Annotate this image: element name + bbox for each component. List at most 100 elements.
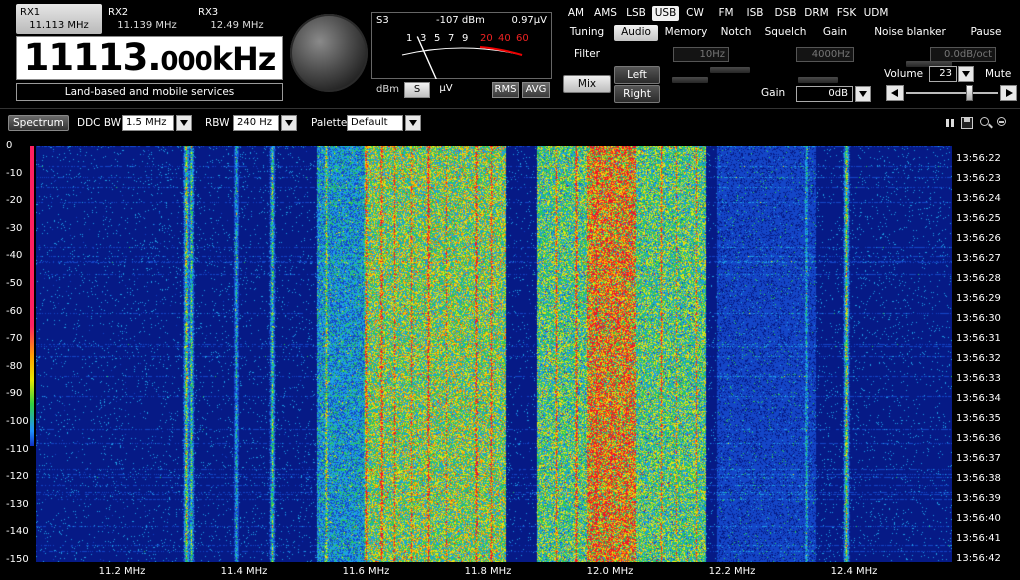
frequency-tick-label: 12.0 MHz — [586, 566, 634, 577]
palette-dropdown-icon[interactable] — [405, 115, 421, 131]
tuning-knob[interactable] — [290, 14, 368, 92]
mute-button[interactable]: Mute — [985, 68, 1011, 80]
frequency-tick-label: 11.8 MHz — [464, 566, 512, 577]
volume-dropdown-icon[interactable] — [958, 66, 974, 82]
level-tick-label: -60 — [6, 305, 23, 317]
mode-cw-button[interactable]: CW — [683, 6, 707, 21]
pause-icon[interactable] — [943, 116, 957, 130]
timestamp-label: 13:56:34 — [956, 393, 1001, 404]
low-cut-field[interactable]: 10Hz — [673, 47, 729, 62]
mode-udm-button[interactable]: UDM — [862, 6, 890, 21]
rx1-tab[interactable]: RX1 11.113 MHz — [16, 4, 102, 34]
rms-button[interactable]: RMS — [492, 82, 519, 98]
meter-scale-label: 60 — [516, 33, 529, 44]
mode-dsb-button[interactable]: DSB — [771, 6, 800, 21]
rx1-name: RX1 — [20, 7, 41, 18]
level-tick-label: -100 — [6, 416, 29, 427]
zoom-in-icon[interactable] — [979, 116, 993, 130]
left-channel-button[interactable]: Left — [614, 66, 660, 84]
gain-dropdown-icon[interactable] — [855, 86, 871, 102]
avg-button[interactable]: AVG — [522, 82, 550, 98]
rx1-freq: 11.113 MHz — [29, 20, 89, 31]
tab-audio[interactable]: Audio — [614, 25, 658, 41]
frequency-decimals: 000 — [160, 47, 212, 77]
waterfall-canvas[interactable] — [36, 146, 952, 562]
tab-tuning[interactable]: Tuning — [564, 25, 610, 41]
tab-notch[interactable]: Notch — [714, 25, 758, 41]
frequency-tick-label: 11.4 MHz — [220, 566, 268, 577]
rx3-name: RX3 — [198, 7, 219, 18]
level-tick-label: -70 — [6, 333, 23, 345]
rx2-freq: 11.139 MHz — [117, 20, 177, 31]
mode-lsb-button[interactable]: LSB — [623, 6, 649, 21]
frequency-unit: kHz — [211, 40, 277, 78]
level-tick-label: -50 — [6, 278, 23, 289]
level-tick-label: -30 — [6, 222, 23, 234]
ddc-bw-dropdown-icon[interactable] — [176, 115, 192, 131]
volume-slider-thumb[interactable] — [966, 85, 973, 101]
s-unit-button[interactable]: S — [404, 82, 430, 98]
filter-slider-a[interactable] — [710, 67, 750, 73]
level-tick-label: -90 — [6, 388, 23, 400]
high-cut-field[interactable]: 4000Hz — [796, 47, 854, 62]
rx2-name: RX2 — [108, 7, 129, 18]
level-tick-label: -40 — [6, 250, 23, 262]
frequency-tick-label: 12.2 MHz — [708, 566, 756, 577]
timestamp-label: 13:56:35 — [956, 413, 1001, 424]
frequency-tick-label: 12.4 MHz — [830, 566, 878, 577]
timestamp-label: 13:56:32 — [956, 353, 1001, 364]
save-icon[interactable] — [960, 116, 974, 130]
mode-am-button[interactable]: AM — [564, 6, 588, 21]
meter-scale-label: 5 — [434, 33, 440, 44]
level-tick-label: -120 — [6, 471, 29, 483]
filter-slider-c[interactable] — [798, 77, 838, 83]
frequency-display[interactable]: 11113.000kHz — [16, 36, 283, 80]
level-tick-label: -140 — [6, 526, 29, 538]
tab-memory[interactable]: Memory — [662, 25, 710, 41]
level-tick-label: 0 — [6, 140, 13, 151]
tab-pause[interactable]: Pause — [962, 25, 1010, 41]
ddc-bw-select[interactable]: 1.5 MHz — [122, 115, 174, 131]
rx2-tab[interactable]: RX2 11.139 MHz — [104, 4, 190, 34]
uv-unit-button[interactable]: µV — [433, 82, 459, 98]
mode-drm-button[interactable]: DRM — [802, 6, 831, 21]
palette-label: Palette — [311, 117, 348, 129]
volume-right-arrow-icon[interactable] — [1000, 85, 1017, 101]
timestamp-label: 13:56:42 — [956, 553, 1001, 564]
rbw-select[interactable]: 240 Hz — [233, 115, 279, 131]
mode-fm-button[interactable]: FM — [714, 6, 738, 21]
timestamp-label: 13:56:24 — [956, 193, 1001, 204]
mode-fsk-button[interactable]: FSK — [833, 6, 860, 21]
mode-usb-button[interactable]: USB — [652, 6, 679, 21]
meter-scale-label: 40 — [498, 33, 511, 44]
frequency-tick-label: 11.2 MHz — [98, 566, 146, 577]
spectrum-button[interactable]: Spectrum — [8, 115, 69, 131]
palette-select[interactable]: Default — [347, 115, 403, 131]
mode-isb-button[interactable]: ISB — [743, 6, 767, 21]
tab-gain[interactable]: Gain — [813, 25, 857, 41]
level-tick-label: -10 — [6, 167, 23, 179]
meter-scale-label: 1 — [406, 33, 412, 44]
rbw-dropdown-icon[interactable] — [281, 115, 297, 131]
filter-slider-b[interactable] — [672, 77, 708, 83]
mode-ams-button[interactable]: AMS — [591, 6, 620, 21]
zoom-out-icon[interactable] — [996, 116, 1010, 130]
s-reading: S3 — [376, 15, 389, 26]
timestamp-label: 13:56:25 — [956, 213, 1001, 224]
volume-left-arrow-icon[interactable] — [886, 85, 904, 101]
tab-noise-blanker[interactable]: Noise blanker — [862, 25, 958, 41]
level-tick-label: -150 — [6, 554, 29, 565]
volume-field[interactable]: 23 — [929, 66, 957, 82]
tab-squelch[interactable]: Squelch — [761, 25, 810, 41]
gain-field[interactable]: 0dB — [796, 86, 853, 102]
rbw-label: RBW — [205, 117, 230, 129]
mix-button[interactable]: Mix — [563, 75, 611, 93]
rx3-tab[interactable]: RX3 12.49 MHz — [194, 4, 280, 34]
right-channel-button[interactable]: Right — [614, 85, 660, 103]
level-tick-label: -130 — [6, 498, 29, 510]
slope-field[interactable]: 0.0dB/oct — [930, 47, 996, 62]
timestamp-label: 13:56:38 — [956, 473, 1001, 484]
volume-slider-track[interactable] — [906, 92, 998, 94]
uv-reading: 0.97µV — [511, 15, 547, 26]
waterfall-display[interactable] — [36, 146, 952, 562]
